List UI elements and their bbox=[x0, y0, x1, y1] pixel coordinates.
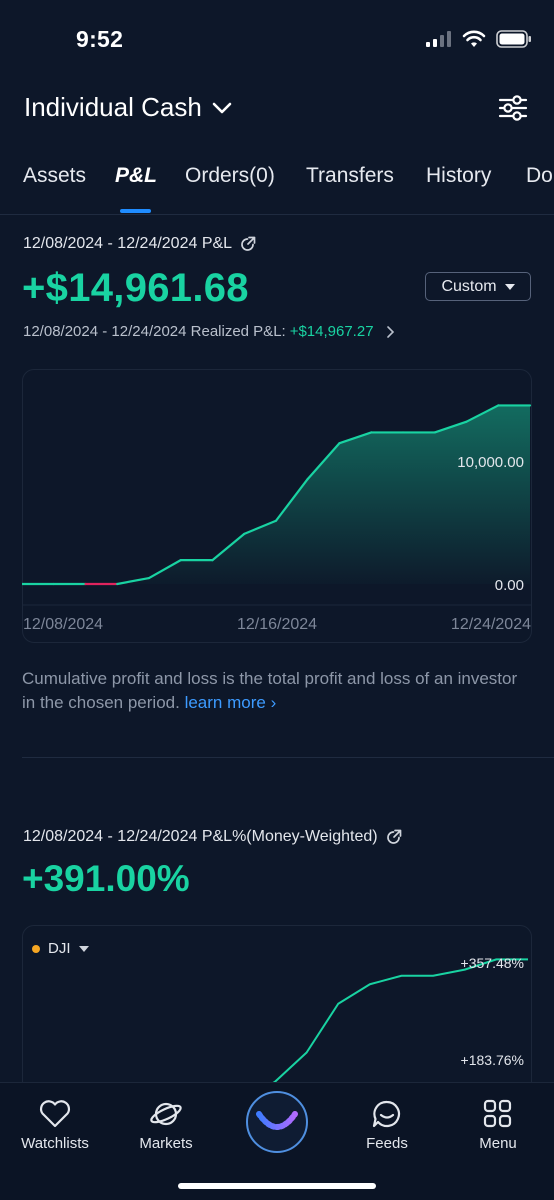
home-center-button[interactable] bbox=[246, 1091, 308, 1153]
period-dropdown[interactable]: Custom bbox=[425, 272, 531, 301]
pnl-area-chart[interactable]: 10,000.00 0.00 12/08/2024 12/16/2024 12/… bbox=[22, 369, 532, 643]
caret-down-icon bbox=[504, 283, 515, 290]
battery-icon bbox=[496, 30, 531, 48]
wifi-icon bbox=[462, 30, 486, 47]
pnl-pct-range-label: 12/08/2024 - 12/24/2024 P&L%(Money-Weigh… bbox=[23, 828, 402, 846]
pnl-explanation: Cumulative profit and loss is the total … bbox=[22, 667, 522, 715]
tab-divider bbox=[0, 214, 554, 215]
planet-icon bbox=[150, 1102, 182, 1126]
section-divider bbox=[22, 757, 554, 758]
pnl-area-fill bbox=[22, 405, 530, 584]
account-tabs: Assets P&L Orders(0) Transfers History D… bbox=[0, 160, 554, 212]
tab-transfers[interactable]: Transfers bbox=[306, 164, 394, 188]
nav-watchlists[interactable]: Watchlists bbox=[0, 1099, 110, 1152]
nav-feeds[interactable]: Feeds bbox=[332, 1099, 442, 1152]
pnl-pct-range-text: 12/08/2024 - 12/24/2024 P&L%(Money-Weigh… bbox=[23, 828, 378, 845]
benchmark-dot-icon bbox=[32, 944, 40, 953]
pnl-range-text: 12/08/2024 - 12/24/2024 P&L bbox=[23, 235, 233, 252]
active-tab-indicator bbox=[120, 209, 151, 213]
filter-settings-icon[interactable] bbox=[498, 93, 528, 123]
caret-down-icon bbox=[78, 945, 89, 952]
y-tick-label: +183.76% bbox=[461, 1052, 524, 1068]
chevron-down-icon bbox=[212, 102, 232, 113]
nav-label: Markets bbox=[139, 1135, 193, 1152]
grid-icon bbox=[483, 1099, 512, 1128]
share-icon[interactable] bbox=[240, 236, 256, 252]
home-indicator bbox=[178, 1183, 376, 1189]
x-tick-label: 12/24/2024 bbox=[451, 616, 531, 633]
pnl-chart-card: 10,000.00 0.00 12/08/2024 12/16/2024 12/… bbox=[22, 369, 532, 643]
chat-smile-icon bbox=[372, 1100, 401, 1128]
tab-orders[interactable]: Orders(0) bbox=[185, 164, 275, 188]
tab-history[interactable]: History bbox=[426, 164, 491, 188]
pnl-total-value: +$14,961.68 bbox=[22, 266, 249, 310]
x-tick-label: 12/16/2024 bbox=[237, 616, 317, 633]
realized-pnl-label: 12/08/2024 - 12/24/2024 Realized P&L: bbox=[23, 323, 286, 340]
share-icon[interactable] bbox=[386, 829, 402, 845]
pnl-pct-value: +391.00% bbox=[22, 858, 190, 899]
benchmark-label: DJI bbox=[48, 940, 71, 957]
status-icons bbox=[426, 30, 532, 48]
y-tick-label: 0.00 bbox=[495, 577, 524, 594]
chevron-right-icon bbox=[386, 325, 394, 338]
benchmark-selector[interactable]: DJI bbox=[32, 940, 89, 957]
nav-label: Watchlists bbox=[21, 1135, 89, 1152]
cellular-signal-icon bbox=[426, 31, 451, 47]
x-tick-label: 12/08/2024 bbox=[23, 616, 103, 633]
realized-pnl-value: +$14,967.27 bbox=[289, 323, 374, 340]
account-title: Individual Cash bbox=[24, 92, 202, 122]
tab-pnl[interactable]: P&L bbox=[115, 164, 157, 188]
y-tick-label: +357.48% bbox=[461, 955, 524, 971]
learn-more-label: learn more bbox=[184, 693, 266, 712]
pnl-range-label: 12/08/2024 - 12/24/2024 P&L bbox=[23, 235, 256, 253]
period-dropdown-label: Custom bbox=[441, 277, 497, 295]
account-selector[interactable]: Individual Cash bbox=[24, 92, 232, 123]
tab-documents[interactable]: Do bbox=[526, 164, 553, 188]
nav-markets[interactable]: Markets bbox=[111, 1099, 221, 1152]
tab-assets[interactable]: Assets bbox=[23, 164, 86, 188]
y-tick-label: 10,000.00 bbox=[457, 454, 524, 471]
status-time: 9:52 bbox=[76, 26, 124, 52]
realized-pnl-row[interactable]: 12/08/2024 - 12/24/2024 Realized P&L: +$… bbox=[23, 323, 398, 340]
heart-icon bbox=[39, 1100, 71, 1128]
nav-label: Feeds bbox=[366, 1135, 408, 1152]
nav-menu[interactable]: Menu bbox=[443, 1099, 553, 1152]
smile-logo-icon bbox=[256, 1111, 298, 1130]
learn-more-link[interactable]: learn more › bbox=[185, 693, 277, 712]
nav-label: Menu bbox=[479, 1135, 517, 1152]
